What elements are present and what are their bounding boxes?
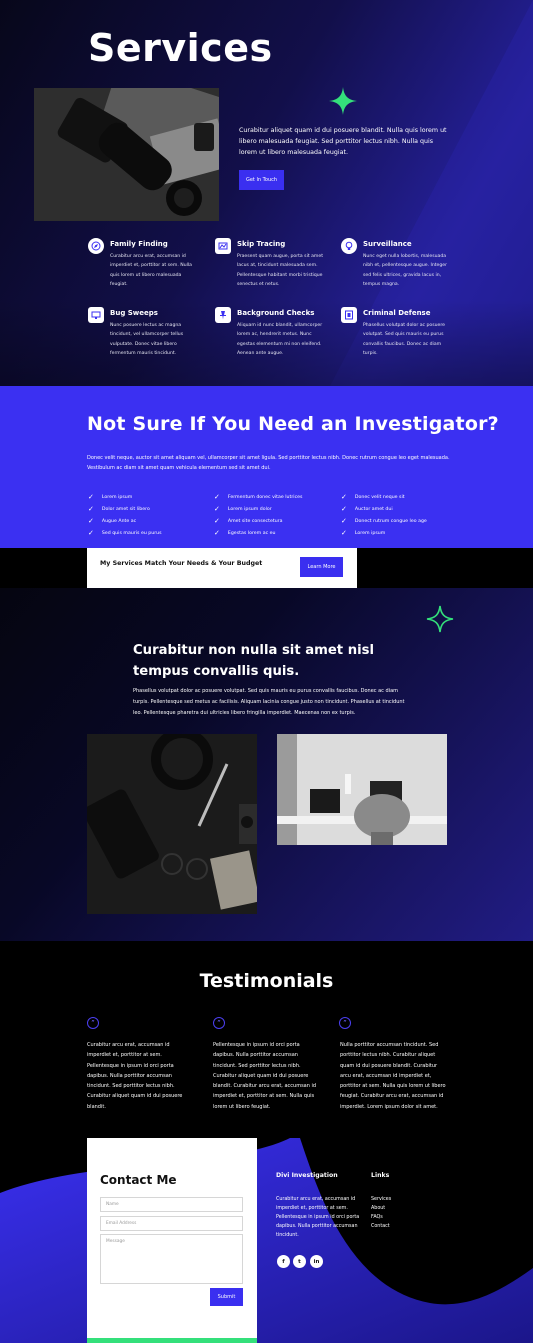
check-icon: ✓ — [341, 517, 347, 525]
get-in-touch-button[interactable]: Get In Touch — [239, 170, 284, 190]
checklist-item: ✓ Donect rutrum congue leo age — [341, 517, 427, 525]
hero-camera-photo — [34, 88, 219, 221]
service-title: Bug Sweeps — [110, 309, 158, 317]
facebook-icon[interactable]: f — [277, 1255, 290, 1268]
testimonial-text: Nulla porttitor accumsan tincidunt. Sed … — [340, 1042, 446, 1110]
footer-link-faqs[interactable]: FAQs — [371, 1213, 383, 1222]
band-text: Donec velit neque, auctor sit amet aliqu… — [87, 455, 450, 471]
check-icon: ✓ — [88, 529, 94, 537]
check-icon: ✓ — [214, 493, 220, 501]
service-title: Skip Tracing — [237, 240, 286, 248]
service-text: Aliquam id nunc blandit, ullamcorper lor… — [237, 323, 323, 356]
twitter-icon[interactable]: t — [293, 1255, 306, 1268]
compass-icon — [88, 238, 104, 254]
quote-icon: ” — [87, 1017, 99, 1029]
check-icon: ✓ — [341, 493, 347, 501]
pushpin-icon — [215, 307, 231, 323]
footer-wave — [0, 1138, 533, 1343]
service-criminal-defense[interactable]: Criminal Defense Phasellus volutpat dolo… — [341, 307, 451, 367]
service-title: Surveillance — [363, 240, 412, 248]
checklist-column-3: ✓ Donec velit neque sit ✓ Auctor amet dui … — [341, 491, 427, 539]
checklist-column-2: ✓ Fermentum donec vitae lutrices ✓ Lorem i… — [214, 491, 303, 539]
checklist-column-1: ✓ Lorem ipsum ✓ Dolor amet sit libero ✓ Aug… — [88, 491, 162, 539]
band-title: Not Sure If You Need an Investigator? — [87, 413, 499, 435]
map-icon — [215, 238, 231, 254]
name-field[interactable]: Name — [100, 1197, 243, 1212]
section-text: Phasellus volutpat dolor ac posuere volu… — [133, 688, 405, 716]
checklist-item: ✓ Donec velit neque sit — [341, 493, 405, 501]
sparkle-icon — [329, 87, 357, 115]
footer-links-title: Links — [371, 1172, 390, 1179]
desk-items-photo — [87, 734, 257, 914]
checklist-item: ✓ Lorem ipsum — [341, 529, 386, 537]
testimonials-title: Testimonials — [199, 970, 334, 992]
check-icon: ✓ — [88, 505, 94, 513]
submit-button[interactable]: Submit — [210, 1288, 243, 1306]
service-text: Phasellus volutpat dolor ac posuere volu… — [363, 323, 445, 356]
contact-card-accent — [87, 1338, 257, 1343]
sparkle-outline-icon — [426, 605, 454, 633]
quote-icon: ” — [213, 1017, 225, 1029]
checklist-item: ✓ Amet site consectetura — [214, 517, 283, 525]
linkedin-icon[interactable]: in — [310, 1255, 323, 1268]
check-icon: ✓ — [214, 529, 220, 537]
service-bug-sweeps[interactable]: Bug Sweeps Nunc posuere lectus ac magna … — [88, 307, 198, 367]
testimonial-text: Curabitur arcu erat, accumsan id imperdi… — [87, 1042, 183, 1110]
testimonial-text: Pellentesque in ipsum id orci porta dapi… — [213, 1042, 317, 1110]
service-background-checks[interactable]: Background Checks Aliquam id nunc blandi… — [215, 307, 325, 367]
contact-title: Contact Me — [100, 1173, 177, 1187]
service-title: Background Checks — [237, 309, 315, 317]
footer-brand-text: Curabitur arcu erat, accumsan id imperdi… — [276, 1197, 360, 1238]
email-field[interactable]: Email Address — [100, 1216, 243, 1231]
checklist-item: ✓ Fermentum donec vitae lutrices — [214, 493, 303, 501]
learn-more-button[interactable]: Learn More — [300, 557, 343, 577]
message-field[interactable]: Message — [100, 1234, 243, 1284]
check-icon: ✓ — [214, 517, 220, 525]
checklist-item: ✓ Lorem ipsum — [88, 493, 133, 501]
check-icon: ✓ — [88, 517, 94, 525]
checklist-item: ✓ Auctor amet dui — [341, 505, 393, 513]
service-title: Family Finding — [110, 240, 168, 248]
service-text: Nunc posuere lectus ac magna tincidunt, … — [110, 323, 184, 356]
office-desk-photo — [277, 734, 447, 845]
lightbulb-icon — [341, 238, 357, 254]
checklist-item: ✓ Egestas lorem ac eu — [214, 529, 276, 537]
cta-text: My Services Match Your Needs & Your Budg… — [100, 560, 263, 567]
page-title: Services — [88, 26, 273, 70]
check-icon: ✓ — [214, 505, 220, 513]
checklist-item: ✓ Dolor amet sit libero — [88, 505, 150, 513]
footer-link-about[interactable]: About — [371, 1204, 385, 1213]
checklist-item: ✓ Augue Ante ac — [88, 517, 137, 525]
section-title: Curabitur non nulla sit amet nisl tempus… — [133, 643, 374, 679]
footer-link-services[interactable]: Services — [371, 1195, 391, 1204]
service-text: Praesent quam augue, porta sit amet lacu… — [237, 254, 324, 287]
checklist-item: ✓ Sed quis mauris eu purus — [88, 529, 162, 537]
footer-section — [0, 1138, 533, 1343]
check-icon: ✓ — [88, 493, 94, 501]
service-text: Curabitur arcu erat, accumsan id imperdi… — [110, 254, 192, 287]
footer-link-contact[interactable]: Contact — [371, 1222, 390, 1231]
quote-icon: ” — [339, 1017, 351, 1029]
check-icon: ✓ — [341, 505, 347, 513]
monitor-icon — [88, 307, 104, 323]
service-text: Nunc eget nulla lobortis, malesuada nibh… — [363, 254, 448, 287]
service-title: Criminal Defense — [363, 309, 431, 317]
hero-text: Curabitur aliquet quam id dui posuere bl… — [239, 127, 447, 156]
service-skip-tracing[interactable]: Skip Tracing Praesent quam augue, porta … — [215, 238, 325, 298]
service-surveillance[interactable]: Surveillance Nunc eget nulla lobortis, m… — [341, 238, 451, 298]
service-family-finding[interactable]: Family Finding Curabitur arcu erat, accu… — [88, 238, 198, 298]
check-icon: ✓ — [341, 529, 347, 537]
checklist-item: ✓ Lorem ipsum dolor — [214, 505, 272, 513]
footer-brand-title: Divi Investigation — [276, 1172, 338, 1179]
film-icon — [341, 307, 357, 323]
